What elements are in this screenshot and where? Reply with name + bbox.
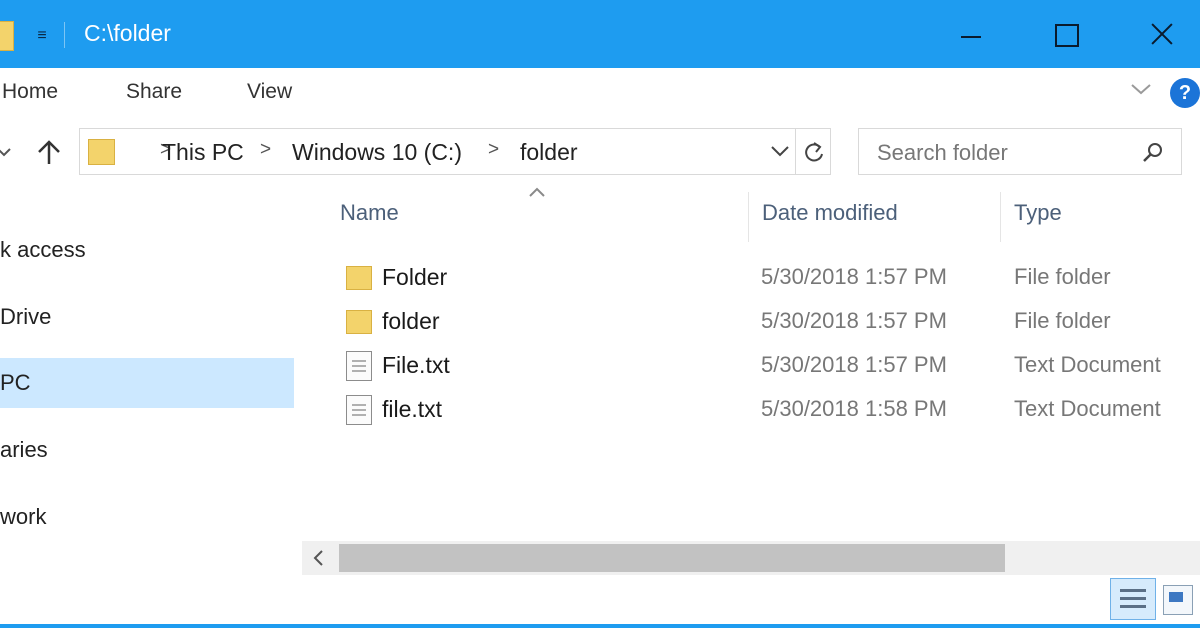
folder-icon xyxy=(346,266,372,290)
folder-icon xyxy=(346,310,372,334)
file-row[interactable]: Folder 5/30/2018 1:57 PM File folder xyxy=(340,256,1200,300)
file-row[interactable]: file.txt 5/30/2018 1:58 PM Text Document xyxy=(340,388,1200,432)
tab-share[interactable]: Share xyxy=(126,80,182,104)
address-dropdown-chevron-icon[interactable] xyxy=(770,144,790,158)
address-bar[interactable]: > This PC > Windows 10 (C:) > folder xyxy=(79,128,796,175)
title-separator xyxy=(64,22,65,48)
large-icons-view-button[interactable] xyxy=(1163,585,1193,615)
text-file-icon xyxy=(346,395,372,425)
title-bar: ≡ C:\folder xyxy=(0,0,1200,68)
scroll-left-arrow-icon[interactable] xyxy=(312,549,326,567)
search-icon[interactable] xyxy=(1141,141,1165,165)
folder-icon xyxy=(0,21,14,51)
column-header-date-modified[interactable]: Date modified xyxy=(762,200,898,226)
window-title: C:\folder xyxy=(84,20,171,46)
navigation-pane: k access Drive PC aries work xyxy=(0,190,300,628)
file-name: file.txt xyxy=(382,396,443,422)
nav-item-onedrive[interactable]: Drive xyxy=(0,292,294,342)
file-type: File folder xyxy=(1014,264,1111,289)
file-date-modified: 5/30/2018 1:58 PM xyxy=(761,396,947,421)
window-bottom-border xyxy=(0,624,1200,628)
file-type: Text Document xyxy=(1014,352,1161,377)
text-file-icon xyxy=(346,351,372,381)
ribbon-tabs: Home Share View xyxy=(0,68,1200,118)
quick-access-toolbar-dropdown-icon[interactable]: ≡ xyxy=(33,26,51,46)
column-header-type[interactable]: Type xyxy=(1014,200,1062,226)
recent-locations-chevron-icon[interactable] xyxy=(0,146,11,158)
file-name: Folder xyxy=(382,264,448,290)
nav-item-label: work xyxy=(0,504,47,529)
breadcrumb-windows-drive[interactable]: Windows 10 (C:) xyxy=(292,139,462,166)
breadcrumb-folder[interactable]: folder xyxy=(520,139,578,166)
details-view-button[interactable] xyxy=(1110,578,1156,620)
breadcrumb-separator[interactable]: > xyxy=(260,139,271,161)
tab-view[interactable]: View xyxy=(247,80,292,104)
search-placeholder[interactable]: Search folder xyxy=(877,140,1008,166)
nav-item-libraries[interactable]: aries xyxy=(0,425,294,475)
nav-item-network[interactable]: work xyxy=(0,492,294,542)
refresh-button[interactable] xyxy=(796,128,831,175)
horizontal-scrollbar[interactable] xyxy=(302,541,1200,575)
up-arrow-icon[interactable] xyxy=(36,138,62,166)
file-name: File.txt xyxy=(382,352,450,378)
nav-item-label: PC xyxy=(0,370,31,395)
tab-home[interactable]: Home xyxy=(2,80,58,104)
file-type: File folder xyxy=(1014,308,1111,333)
help-icon[interactable]: ? xyxy=(1170,78,1200,108)
file-date-modified: 5/30/2018 1:57 PM xyxy=(761,352,947,377)
breadcrumb-this-pc[interactable]: This PC xyxy=(162,139,244,166)
maximize-button[interactable] xyxy=(1036,10,1096,58)
minimize-button[interactable] xyxy=(940,10,1000,58)
folder-icon xyxy=(88,139,115,165)
sort-ascending-icon xyxy=(529,187,545,197)
nav-item-label: k access xyxy=(0,237,86,262)
file-row[interactable]: folder 5/30/2018 1:57 PM File folder xyxy=(340,300,1200,344)
nav-item-label: Drive xyxy=(0,304,52,329)
close-button[interactable] xyxy=(1132,10,1192,58)
file-date-modified: 5/30/2018 1:57 PM xyxy=(761,264,947,289)
column-divider[interactable] xyxy=(748,192,749,242)
file-row[interactable]: File.txt 5/30/2018 1:57 PM Text Document xyxy=(340,344,1200,388)
refresh-icon xyxy=(805,142,823,162)
nav-item-label: aries xyxy=(0,437,48,462)
breadcrumb-separator[interactable]: > xyxy=(488,139,499,161)
scrollbar-thumb[interactable] xyxy=(339,544,1005,572)
file-date-modified: 5/30/2018 1:57 PM xyxy=(761,308,947,333)
column-divider[interactable] xyxy=(1000,192,1001,242)
nav-item-this-pc[interactable]: PC xyxy=(0,358,294,408)
file-type: Text Document xyxy=(1014,396,1161,421)
search-box[interactable]: Search folder xyxy=(858,128,1182,175)
expand-ribbon-chevron-icon[interactable] xyxy=(1130,82,1152,96)
nav-item-quick-access[interactable]: k access xyxy=(0,225,294,275)
file-name: folder xyxy=(382,308,440,334)
column-header-name[interactable]: Name xyxy=(340,200,399,226)
